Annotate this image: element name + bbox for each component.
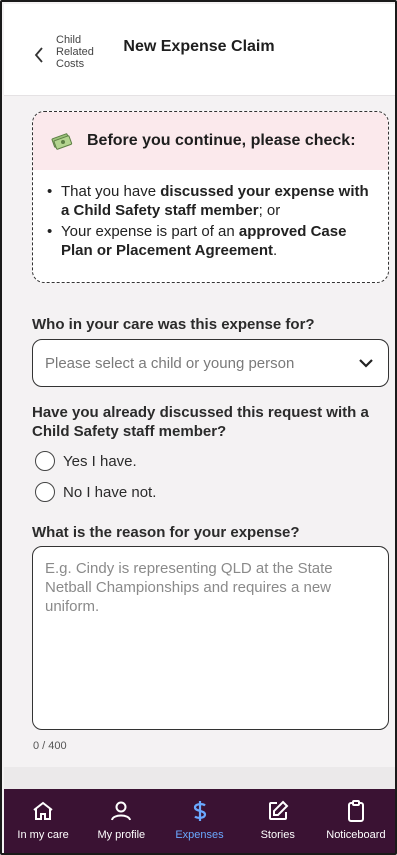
list-item: • Your expense is part of an approved Ca…: [47, 223, 347, 259]
nav-item-my-profile[interactable]: My profile: [82, 789, 160, 853]
radio-no[interactable]: No I have not.: [35, 482, 156, 502]
nav-label: Noticeboard: [326, 829, 386, 841]
child-select-placeholder: Please select a child or young person: [45, 354, 295, 372]
nav-label: Stories: [260, 829, 295, 841]
discussed-question-label: Have you already discussed this request …: [32, 404, 369, 440]
info-text: .: [273, 242, 278, 259]
reason-question-label: What is the reason for your expense?: [32, 524, 300, 541]
back-label: Child Related Costs: [56, 34, 94, 70]
character-counter: 0 / 400: [33, 740, 67, 752]
app-frame: Child Related Costs New Expense Claim Be…: [0, 0, 397, 855]
reason-placeholder: E.g. Cindy is representing QLD at the St…: [45, 560, 333, 615]
info-card: Before you continue, please check: • Tha…: [32, 111, 389, 283]
radio-no-label: No I have not.: [63, 483, 157, 501]
nav-item-expenses[interactable]: Expenses: [160, 789, 238, 853]
info-list: • That you have discussed your expense w…: [33, 170, 388, 260]
child-question-label: Who in your care was this expense for?: [32, 316, 315, 333]
edit-icon: [268, 800, 289, 820]
nav-label: In my care: [17, 829, 69, 841]
info-card-header: Before you continue, please check:: [33, 112, 388, 170]
info-text: That you have: [61, 183, 161, 200]
info-text: Your expense is part of an: [61, 223, 239, 240]
radio-yes-label: Yes I have.: [63, 452, 137, 470]
nav-label: Expenses: [175, 829, 224, 841]
person-icon: [111, 801, 132, 821]
clipboard-icon: [347, 800, 364, 822]
dollar-icon: [193, 801, 206, 821]
chevron-left-icon: [34, 47, 43, 63]
bottom-nav: In my care My profile Expenses Stories N…: [4, 789, 395, 853]
footer-strip: [4, 767, 395, 789]
reason-textarea[interactable]: E.g. Cindy is representing QLD at the St…: [32, 546, 389, 730]
page-title: New Expense Claim: [123, 38, 275, 55]
header: Child Related Costs New Expense Claim: [4, 4, 395, 96]
nav-item-noticeboard[interactable]: Noticeboard: [317, 789, 395, 853]
radio-yes[interactable]: Yes I have.: [35, 451, 137, 471]
nav-item-in-my-care[interactable]: In my care: [4, 789, 82, 853]
money-icon: [51, 133, 73, 150]
radio-button[interactable]: [35, 482, 55, 502]
info-card-heading: Before you continue, please check:: [87, 132, 356, 149]
chevron-down-icon: [359, 359, 373, 368]
child-select[interactable]: Please select a child or young person: [32, 339, 389, 387]
back-button[interactable]: Child Related Costs: [34, 34, 94, 82]
info-text: ; or: [258, 202, 281, 219]
nav-item-stories[interactable]: Stories: [239, 789, 317, 853]
radio-button[interactable]: [35, 451, 55, 471]
nav-label: My profile: [97, 829, 146, 841]
list-item: • That you have discussed your expense w…: [47, 183, 369, 219]
home-icon: [33, 801, 53, 820]
